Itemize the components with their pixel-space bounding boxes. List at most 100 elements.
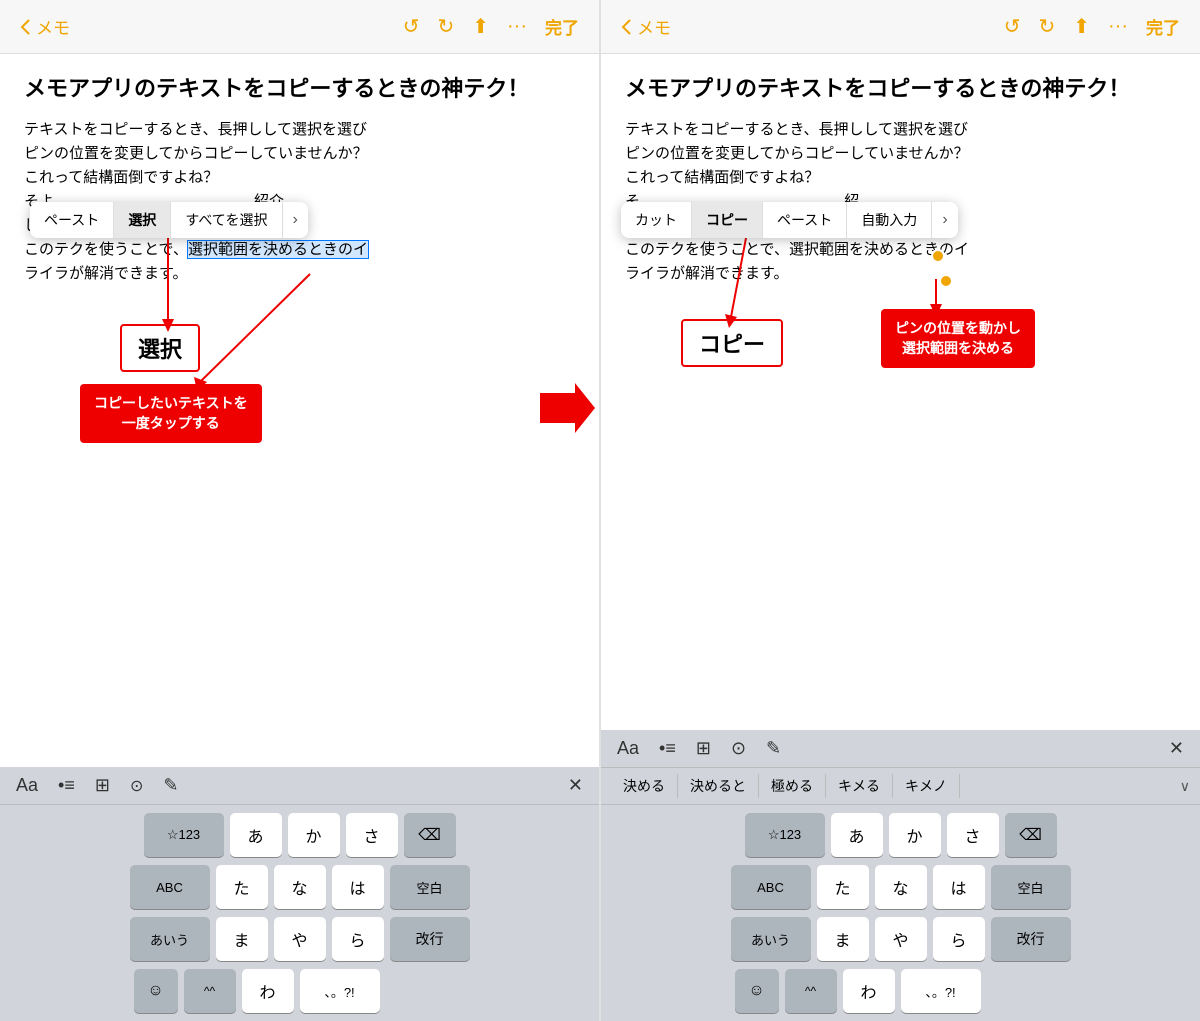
right-suggest-2[interactable]: 決めると [678, 774, 759, 798]
right-key-ma[interactable]: ま [817, 917, 869, 961]
right-kb-font-btn[interactable]: Aa [617, 738, 639, 759]
left-key-sa[interactable]: さ [346, 813, 398, 857]
right-undo-icon[interactable]: ↺ [1004, 14, 1021, 39]
right-menu-paste[interactable]: ペースト [763, 202, 847, 238]
left-share-icon[interactable]: ⬆ [472, 14, 489, 39]
left-key-ya[interactable]: や [274, 917, 326, 961]
right-suggest-1[interactable]: 決める [611, 774, 678, 798]
right-kb-table-btn[interactable]: ⊞ [696, 738, 711, 759]
left-key-num[interactable]: ☆123 [144, 813, 224, 857]
right-suggest-3[interactable]: 極める [759, 774, 826, 798]
left-menu-select-all[interactable]: すべてを選択 [171, 202, 282, 238]
left-key-ta[interactable]: た [216, 865, 268, 909]
left-key-space[interactable]: 空白 [390, 865, 470, 909]
right-key-ta[interactable]: た [817, 865, 869, 909]
left-kb-camera-btn[interactable]: ⊙ [130, 776, 143, 796]
left-back-button[interactable]: メモ [20, 14, 70, 39]
right-kb-pencil-btn[interactable]: ✎ [766, 738, 781, 759]
left-key-return[interactable]: 改行 [390, 917, 470, 961]
left-kb-list-btn[interactable]: •≡ [58, 775, 75, 796]
left-kb-font-btn[interactable]: Aa [16, 775, 38, 796]
left-more-icon[interactable]: ··· [507, 15, 527, 38]
left-kb-row-2: ABC た な は 空白 [6, 865, 593, 909]
left-key-a[interactable]: あ [230, 813, 282, 857]
right-menu-copy[interactable]: コピー [692, 202, 763, 238]
left-body-line1: テキストをコピーするとき、長押しして選択を選び [24, 121, 367, 138]
left-key-ra[interactable]: ら [332, 917, 384, 961]
right-pin-end[interactable] [939, 274, 953, 288]
right-body-line6: このテクを使うことで、選択範囲を決めるときのイ [625, 241, 969, 258]
right-key-space[interactable]: 空白 [991, 865, 1071, 909]
right-redo-icon[interactable]: ↻ [1038, 14, 1055, 39]
right-more-icon[interactable]: ··· [1108, 15, 1128, 38]
right-suggest-4[interactable]: キメる [826, 774, 893, 798]
right-suggest-5[interactable]: キメノ [893, 774, 960, 798]
left-key-kigo[interactable]: ^^ [184, 969, 236, 1013]
right-key-ra[interactable]: ら [933, 917, 985, 961]
right-menu-cut[interactable]: カット [621, 202, 692, 238]
right-key-a[interactable]: あ [831, 813, 883, 857]
right-key-kigo[interactable]: ^^ [785, 969, 837, 1013]
right-nav-icons: ↺ ↻ ⬆ ··· 完了 [1004, 14, 1180, 39]
left-kb-close-btn[interactable]: ✕ [568, 775, 583, 796]
left-key-ha[interactable]: は [332, 865, 384, 909]
right-key-na[interactable]: な [875, 865, 927, 909]
right-menu-autofill[interactable]: 自動入力 [847, 202, 932, 238]
right-nav-bar: メモ ↺ ↻ ⬆ ··· 完了 [601, 0, 1200, 54]
left-redo-icon[interactable]: ↻ [437, 14, 454, 39]
right-key-sa[interactable]: さ [947, 813, 999, 857]
left-body-line3: これって結構面倒ですよね？ [24, 169, 218, 186]
left-key-emoji[interactable]: ☺ [134, 969, 178, 1013]
right-share-icon[interactable]: ⬆ [1073, 14, 1090, 39]
right-key-emoji[interactable]: ☺ [735, 969, 779, 1013]
left-kb-pencil-btn[interactable]: ✎ [163, 775, 178, 796]
right-body-line3: これって結構面倒ですよね？ [625, 169, 819, 186]
left-kb-row-1: ☆123 あ か さ ⌫ [6, 813, 593, 857]
left-note-content: メモアプリのテキストをコピーするときの神テク！ テキストをコピーするとき、長押し… [0, 54, 599, 767]
right-annotation-box: ピンの位置を動かし選択範囲を決める [881, 309, 1035, 368]
left-key-abc[interactable]: ABC [130, 865, 210, 909]
left-key-aiueo[interactable]: あいう [130, 917, 210, 961]
right-key-del[interactable]: ⌫ [1005, 813, 1057, 857]
right-kb-row-2: ABC た な は 空白 [607, 865, 1194, 909]
right-kb-rows: ☆123 あ か さ ⌫ ABC た な は 空白 あいう ま や [601, 805, 1200, 1021]
left-key-ma[interactable]: ま [216, 917, 268, 961]
right-key-num[interactable]: ☆123 [745, 813, 825, 857]
right-key-ya[interactable]: や [875, 917, 927, 961]
right-kb-close-btn[interactable]: ✕ [1169, 738, 1184, 759]
left-key-ka[interactable]: か [288, 813, 340, 857]
left-menu-paste[interactable]: ペースト [30, 202, 114, 238]
left-nav-icons: ↺ ↻ ⬆ ··· 完了 [403, 14, 579, 39]
left-context-menu[interactable]: ペースト 選択 すべてを選択 › [30, 202, 308, 238]
right-key-punct[interactable]: 、。?! [901, 969, 981, 1013]
right-suggest-chevron[interactable]: ∨ [1180, 778, 1190, 795]
left-body-line7: ライラが解消できます。 [24, 265, 188, 282]
right-kb-list-btn[interactable]: •≡ [659, 738, 676, 759]
right-key-ha[interactable]: は [933, 865, 985, 909]
left-kb-rows: ☆123 あ か さ ⌫ ABC た な は 空白 あいう ま や [0, 805, 599, 1021]
left-key-wa[interactable]: わ [242, 969, 294, 1013]
right-key-aiueo[interactable]: あいう [731, 917, 811, 961]
right-back-button[interactable]: メモ [621, 14, 671, 39]
left-menu-arrow[interactable]: › [283, 202, 308, 238]
right-kb-camera-btn[interactable]: ⊙ [731, 738, 746, 759]
right-pin-start[interactable] [931, 249, 945, 263]
right-kb-row-3: あいう ま や ら 改行 [607, 917, 1194, 961]
left-undo-icon[interactable]: ↺ [403, 14, 420, 39]
left-menu-select[interactable]: 選択 [114, 202, 171, 238]
right-menu-arrow[interactable]: › [932, 202, 957, 238]
right-key-ka[interactable]: か [889, 813, 941, 857]
right-body-line7: ライラが解消できます。 [625, 265, 789, 282]
left-done-button[interactable]: 完了 [545, 14, 579, 39]
right-done-button[interactable]: 完了 [1146, 14, 1180, 39]
left-kb-toolbar: Aa •≡ ⊞ ⊙ ✎ ✕ [0, 767, 599, 805]
right-key-wa[interactable]: わ [843, 969, 895, 1013]
left-kb-table-btn[interactable]: ⊞ [95, 775, 110, 796]
right-context-menu[interactable]: カット コピー ペースト 自動入力 › [621, 202, 958, 238]
left-key-punct[interactable]: 、。?! [300, 969, 380, 1013]
left-key-del[interactable]: ⌫ [404, 813, 456, 857]
left-kb-row-4: ☺ ^^ わ 、。?! 改行 [6, 969, 593, 1013]
left-key-na[interactable]: な [274, 865, 326, 909]
right-key-return[interactable]: 改行 [991, 917, 1071, 961]
right-key-abc[interactable]: ABC [731, 865, 811, 909]
